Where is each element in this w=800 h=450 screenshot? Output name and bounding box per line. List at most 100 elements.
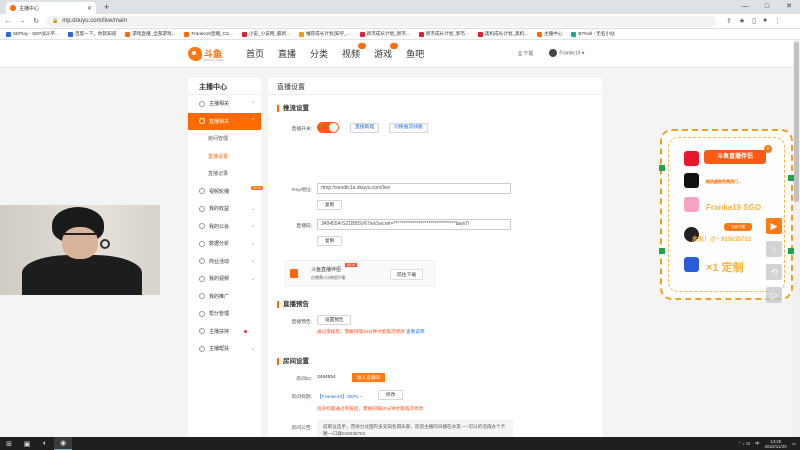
sidebar-item-video-carousel[interactable]: 视频轮播 NEW bbox=[188, 183, 263, 201]
bookmark-favicon-icon bbox=[125, 31, 131, 37]
rtmp-label: rtmp地址: bbox=[291, 188, 312, 193]
clock[interactable]: 14:25 2022/11/20 bbox=[765, 439, 787, 449]
notification-icon[interactable]: ▭ bbox=[792, 441, 796, 447]
sidebar-item-guild[interactable]: 我的公会 ⌄ bbox=[188, 218, 261, 236]
url-field[interactable]: 🔒 mp.douyu.com/live/main bbox=[46, 15, 716, 27]
bookmark-item[interactable]: 主播中心 bbox=[537, 31, 562, 37]
chrome-icon[interactable]: ◉ bbox=[54, 437, 72, 450]
bookmark-favicon-icon bbox=[6, 31, 11, 37]
chevron-icon: ⌄ bbox=[250, 205, 255, 212]
live-assistant-button[interactable]: 直播助理 bbox=[350, 123, 380, 133]
bookmark-item[interactable]: 小说_小说网_最新... bbox=[241, 31, 290, 37]
switch-line-button[interactable]: 切换推流线路 bbox=[389, 123, 428, 133]
download-assistant-button[interactable]: 前往下载 bbox=[390, 269, 424, 280]
sidebar-toggle-icon[interactable]: ▯ bbox=[752, 17, 756, 25]
bookmark-favicon-icon bbox=[298, 31, 304, 37]
star-icon[interactable]: ★ bbox=[739, 17, 745, 25]
nav-category[interactable]: 分类 bbox=[310, 47, 328, 60]
sidebar-sub-room-manage[interactable]: 房间管理 bbox=[188, 130, 261, 148]
menu-icon[interactable]: ⋮ bbox=[774, 17, 781, 25]
float-home-button[interactable]: ⌂ bbox=[766, 241, 782, 257]
sidebar-item-earnings[interactable]: 我的收益 ⌄ bbox=[188, 200, 261, 218]
new-tab-button[interactable]: + bbox=[104, 2, 109, 12]
float-refresh-button[interactable]: ⟲ bbox=[766, 264, 782, 280]
handle-dot[interactable] bbox=[659, 165, 665, 171]
float-next-button[interactable]: ▷ bbox=[766, 287, 782, 303]
tab-close-icon[interactable]: ✕ bbox=[87, 5, 92, 12]
handle-dot[interactable] bbox=[659, 248, 665, 254]
sidebar-item-help-manage[interactable]: 帮分管理 bbox=[188, 305, 261, 323]
bookmark-item[interactable]: SEPlay - SEP战斗平... bbox=[6, 31, 59, 37]
window-controls: — □ ✕ bbox=[734, 0, 800, 14]
app-icon-1[interactable]: ▣ bbox=[18, 437, 36, 450]
copy-code-button[interactable]: 复制 bbox=[317, 236, 343, 246]
bookmark-item[interactable]: 新杰成长计划_新杰... bbox=[418, 31, 469, 37]
bookmark-item[interactable]: 百度一下，你就知道 bbox=[67, 31, 116, 37]
sidebar-item-label: 主播帮扶 bbox=[209, 346, 230, 353]
sidebar-item-label: 数据分析 bbox=[209, 241, 230, 248]
float-play-button[interactable]: ▶ bbox=[766, 218, 782, 234]
copy-rtmp-button[interactable]: 复制 bbox=[317, 200, 343, 210]
nav-fishbar[interactable]: 鱼吧 bbox=[406, 47, 424, 60]
minimize-button[interactable]: — bbox=[734, 0, 756, 14]
sidebar-item-assist[interactable]: 主播帮扶 ⌄ bbox=[188, 340, 261, 358]
bookmark-item[interactable]: 推荐成长计划(知乎_... bbox=[298, 31, 351, 37]
sidebar-sub-live-settings[interactable]: 直播设置 bbox=[188, 148, 261, 166]
room-notice-text[interactable]: 前职业选手，曾效力过国内多支知名俱乐部，欢迎主播的日播在水友-----可以的话再… bbox=[317, 419, 513, 437]
bookmark-item[interactable]: 新杰成长计划_新杰... bbox=[359, 31, 410, 37]
live-icon bbox=[199, 118, 205, 125]
stream-code-field[interactable]: 3494554rS21BBSV67wsSecret=**************… bbox=[317, 219, 511, 230]
nav-game[interactable]: 游戏 bbox=[374, 43, 399, 60]
profile-icon[interactable]: ● bbox=[763, 17, 767, 25]
room-id-value: 3494554 bbox=[317, 375, 336, 380]
nav-live[interactable]: 直播 bbox=[278, 47, 296, 60]
ad-close-icon[interactable]: × bbox=[764, 145, 772, 153]
tray-icons[interactable]: ⌃ ♪ ⊡ bbox=[738, 441, 750, 447]
enter-room-button[interactable]: 进入直播间 bbox=[352, 373, 385, 382]
douyu-logo[interactable]: 斗鱼 DOUYU.COM bbox=[188, 45, 228, 62]
live-toggle[interactable] bbox=[317, 122, 339, 133]
bookmark-item[interactable]: 游戏直播_全部游戏... bbox=[125, 31, 175, 37]
bookmark-item[interactable]: Franke19直播_CS... bbox=[184, 31, 233, 37]
set-preview-button[interactable]: 设置预告 bbox=[317, 315, 352, 325]
nav-home[interactable]: 首页 bbox=[246, 47, 264, 60]
sidebar-item-support[interactable]: 主播扶持 bbox=[188, 323, 261, 341]
ime-indicator[interactable]: 中 bbox=[755, 441, 760, 447]
app-icon-2[interactable]: ◐ bbox=[36, 437, 54, 450]
forward-icon[interactable]: → bbox=[18, 18, 26, 25]
sidebar-item-live[interactable]: 直播相关 ⌃ bbox=[188, 112, 261, 130]
site-top-nav: 斗鱼 DOUYU.COM 首页 直播 分类 视频 游戏 鱼吧 ⎙ 下载 Fran… bbox=[0, 40, 800, 68]
tab-main[interactable]: 主播中心 ✕ bbox=[6, 2, 96, 14]
sidebar-sub-live-records[interactable]: 直播记录 bbox=[188, 165, 261, 183]
sidebar-item-analytics[interactable]: 数据分析 ⌄ bbox=[188, 235, 261, 253]
close-window-button[interactable]: ✕ bbox=[778, 0, 800, 14]
support-icon bbox=[199, 328, 205, 335]
bookmark-item[interactable]: BTNull - 无名小站 bbox=[571, 31, 615, 37]
preview-help-link[interactable]: 查看说明 bbox=[406, 329, 424, 334]
ad-download-button[interactable]: 立即下载 bbox=[724, 223, 752, 231]
scrollbar-thumb[interactable] bbox=[794, 42, 799, 202]
windows-start-icon[interactable]: ⊞ bbox=[0, 437, 18, 450]
handle-dot[interactable] bbox=[788, 175, 794, 181]
download-link[interactable]: ⎙ 下载 bbox=[518, 50, 533, 57]
nav-video[interactable]: 视频 bbox=[342, 43, 367, 60]
share-icon[interactable]: ⇪ bbox=[726, 17, 732, 25]
money-icon bbox=[199, 205, 205, 212]
bookmarks-bar: SEPlay - SEP战斗平... 百度一下，你就知道 游戏直播_全部游戏... F… bbox=[0, 29, 800, 40]
reload-icon[interactable]: ↻ bbox=[32, 17, 40, 25]
sidebar-item-label: 我的视频 bbox=[209, 276, 230, 283]
page-scrollbar[interactable] bbox=[793, 40, 800, 437]
maximize-button[interactable]: □ bbox=[756, 0, 778, 14]
modify-title-button[interactable]: 修改 bbox=[378, 390, 404, 400]
handle-dot[interactable] bbox=[788, 248, 794, 254]
sidebar-item-my-videos[interactable]: 我的视频 ⌄ bbox=[188, 270, 261, 288]
sidebar-item-business[interactable]: 商业活动 ⌄ bbox=[188, 253, 261, 271]
bookmark-item[interactable]: 黑机成长计划_黑机... bbox=[477, 31, 528, 37]
lofter-icon bbox=[684, 197, 699, 212]
sidebar-item-promotion[interactable]: 我的推广 bbox=[188, 288, 261, 306]
sidebar-item-anchor[interactable]: 主播相关 ⌃ bbox=[188, 95, 261, 113]
rtmp-field[interactable]: rtmp://sendtc1a.douyu.com/live bbox=[317, 183, 511, 194]
back-icon[interactable]: ← bbox=[4, 18, 12, 25]
room-title-label: 房间标题: bbox=[291, 395, 312, 400]
user-menu[interactable]: Franke19 ▾ bbox=[549, 49, 584, 57]
